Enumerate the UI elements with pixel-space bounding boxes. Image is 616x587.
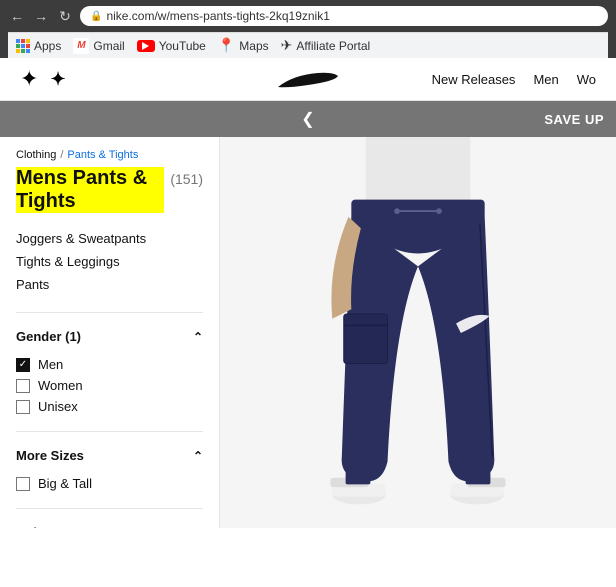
filter-color-label: Color <box>16 525 50 528</box>
filter-sizes-header[interactable]: More Sizes ⌃ <box>16 442 203 469</box>
site-nav: New Releases Men Wo <box>432 72 596 87</box>
brand-logos: ✦ ✦ <box>20 66 66 92</box>
category-tights[interactable]: Tights & Leggings <box>16 250 203 273</box>
apps-grid-icon <box>16 39 30 53</box>
browser-chrome: ← → ↻ 🔒 nike.com/w/mens-pants-tights-2kq… <box>0 0 616 58</box>
url-text: nike.com/w/mens-pants-tights-2kq19znik1 <box>106 9 329 23</box>
main-content: Clothing / Pants & Tights Mens Pants & T… <box>0 137 616 528</box>
category-list: Joggers & Sweatpants Tights & Leggings P… <box>16 227 203 296</box>
browser-nav-bar: ← → ↻ 🔒 nike.com/w/mens-pants-tights-2kq… <box>8 6 608 26</box>
bookmark-maps-label: Maps <box>239 39 268 53</box>
checkmark-icon: ✓ <box>19 359 27 370</box>
gender-options: ✓ Men Women Unisex <box>16 350 203 421</box>
bookmark-affiliate[interactable]: ✈ Affiliate Portal <box>281 37 371 54</box>
bookmark-gmail[interactable]: M Gmail <box>73 38 124 54</box>
breadcrumb-category[interactable]: Pants & Tights <box>67 149 138 161</box>
maps-icon: 📍 <box>218 37 235 54</box>
filter-sizes: More Sizes ⌃ Big & Tall <box>16 442 203 498</box>
filter-option-men[interactable]: ✓ Men <box>16 354 203 375</box>
youtube-play-icon <box>142 42 149 50</box>
product-image <box>220 137 616 528</box>
filter-gender: Gender (1) ⌃ ✓ Men Women Unisex <box>16 323 203 421</box>
refresh-button[interactable]: ↻ <box>56 7 74 25</box>
breadcrumb: Clothing / Pants & Tights <box>16 149 203 161</box>
bookmarks-bar: Apps M Gmail YouTube 📍 Maps ✈ Affiliate … <box>8 32 608 58</box>
color-chevron-icon: ⌃ <box>193 526 203 529</box>
promo-bar: ❮ SAVE UP <box>0 101 616 137</box>
option-women-label: Women <box>38 378 83 393</box>
bookmark-apps-label: Apps <box>34 39 61 53</box>
filter-gender-header[interactable]: Gender (1) ⌃ <box>16 323 203 350</box>
sizes-options: Big & Tall <box>16 469 203 498</box>
bookmark-youtube[interactable]: YouTube <box>137 39 206 53</box>
youtube-icon <box>137 40 155 52</box>
filter-option-unisex[interactable]: Unisex <box>16 396 203 417</box>
converse-logo[interactable]: ✦ <box>50 69 65 90</box>
option-unisex-label: Unisex <box>38 399 78 414</box>
page-title-row: Mens Pants & Tights (151) <box>16 167 203 213</box>
gmail-icon: M <box>73 38 89 54</box>
nav-men[interactable]: Men <box>533 72 558 87</box>
item-count: (151) <box>170 171 203 187</box>
nike-swoosh-logo[interactable] <box>278 71 338 93</box>
affiliate-icon: ✈ <box>281 37 293 54</box>
filter-gender-label: Gender (1) <box>16 329 81 344</box>
bookmark-youtube-label: YouTube <box>159 39 206 53</box>
divider-2 <box>16 431 203 432</box>
promo-save-text: SAVE UP <box>544 112 604 127</box>
bookmark-affiliate-label: Affiliate Portal <box>296 39 370 53</box>
sidebar: Clothing / Pants & Tights Mens Pants & T… <box>0 137 220 528</box>
checkbox-unisex[interactable] <box>16 400 30 414</box>
option-men-label: Men <box>38 357 63 372</box>
category-pants[interactable]: Pants <box>16 273 203 296</box>
filter-color: Color ⌃ Black White Red <box>16 519 203 528</box>
checkbox-big-tall[interactable] <box>16 477 30 491</box>
lock-icon: 🔒 <box>90 11 102 22</box>
promo-chevron-left[interactable]: ❮ <box>301 109 314 129</box>
forward-button[interactable]: → <box>32 7 50 25</box>
back-button[interactable]: ← <box>8 7 26 25</box>
filter-option-women[interactable]: Women <box>16 375 203 396</box>
category-joggers[interactable]: Joggers & Sweatpants <box>16 227 203 250</box>
jordan-logo[interactable]: ✦ <box>20 66 38 92</box>
bookmark-maps[interactable]: 📍 Maps <box>218 37 269 54</box>
filter-sizes-label: More Sizes <box>16 448 84 463</box>
product-area <box>220 137 616 528</box>
breadcrumb-clothing[interactable]: Clothing <box>16 149 56 161</box>
checkbox-men[interactable]: ✓ <box>16 358 30 372</box>
site-header: ✦ ✦ New Releases Men Wo <box>0 58 616 101</box>
nav-new-releases[interactable]: New Releases <box>432 72 516 87</box>
checkbox-women[interactable] <box>16 379 30 393</box>
nav-wo[interactable]: Wo <box>577 72 596 87</box>
bookmark-apps[interactable]: Apps <box>16 39 61 53</box>
filter-color-header[interactable]: Color ⌃ <box>16 519 203 528</box>
page-title: Mens Pants & Tights <box>16 167 164 213</box>
filter-option-big-tall[interactable]: Big & Tall <box>16 473 203 494</box>
divider-1 <box>16 312 203 313</box>
pants-illustration <box>268 137 568 528</box>
divider-3 <box>16 508 203 509</box>
breadcrumb-separator: / <box>60 149 63 161</box>
address-bar[interactable]: 🔒 nike.com/w/mens-pants-tights-2kq19znik… <box>80 6 608 26</box>
sizes-chevron-icon: ⌃ <box>193 449 203 463</box>
bookmark-gmail-label: Gmail <box>93 39 124 53</box>
option-big-tall-label: Big & Tall <box>38 476 92 491</box>
gender-chevron-icon: ⌃ <box>193 330 203 344</box>
